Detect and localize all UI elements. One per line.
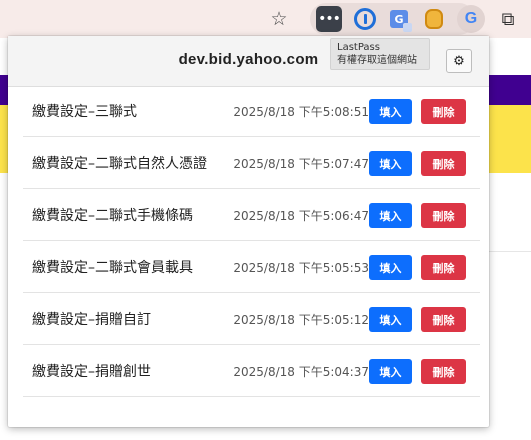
gear-icon: ⚙ <box>453 53 465 69</box>
tooltip-title: LastPass <box>337 42 380 53</box>
entry-timestamp: 2025/8/18 下午5:05:12 <box>233 313 369 327</box>
bookmark-star-icon[interactable]: ☆ <box>266 6 292 32</box>
browser-toolbar: ☆ ••• G G ⧉ <box>0 0 531 38</box>
entry-row[interactable]: 繳費設定–二聯式手機條碼 2025/8/18 下午5:06:47 填入 刪除 <box>23 189 480 241</box>
entry-row[interactable]: 繳費設定–二聯式自然人憑證 2025/8/18 下午5:07:47 填入 刪除 <box>23 137 480 189</box>
delete-button[interactable]: 刪除 <box>421 255 466 280</box>
entry-timestamp: 2025/8/18 下午5:08:51 <box>233 105 369 119</box>
entry-timestamp: 2025/8/18 下午5:06:47 <box>233 209 369 223</box>
1password-icon[interactable] <box>352 6 378 32</box>
fill-button[interactable]: 填入 <box>369 203 412 228</box>
entry-row[interactable]: 繳費設定–捐贈創世 2025/8/18 下午5:04:37 填入 刪除 <box>23 345 480 397</box>
lastpass-popup: dev.bid.yahoo.com ⚙ 繳費設定–三聯式 2025/8/18 下午… <box>8 36 489 427</box>
tooltip-subtitle: 有權存取這個網站 <box>337 55 417 66</box>
page-banner-right <box>489 105 531 173</box>
delete-button[interactable]: 刪除 <box>421 359 466 384</box>
honey-icon[interactable] <box>421 6 447 32</box>
entry-row[interactable]: 繳費設定–三聯式 2025/8/18 下午5:08:51 填入 刪除 <box>23 85 480 137</box>
google-icon[interactable]: G <box>457 5 485 33</box>
page-divider <box>489 251 531 252</box>
entry-name: 繳費設定–二聯式自然人憑證 <box>32 156 207 172</box>
fill-button[interactable]: 填入 <box>369 99 412 124</box>
lastpass-tooltip: LastPass 有權存取這個網站 <box>330 38 430 70</box>
delete-button[interactable]: 刪除 <box>421 307 466 332</box>
delete-button[interactable]: 刪除 <box>421 99 466 124</box>
entry-name: 繳費設定–捐贈自訂 <box>32 312 151 328</box>
fill-button[interactable]: 填入 <box>369 151 412 176</box>
entry-row[interactable]: 繳費設定–捐贈自訂 2025/8/18 下午5:05:12 填入 刪除 <box>23 293 480 345</box>
page-header-strip-right <box>489 75 531 105</box>
fill-button[interactable]: 填入 <box>369 359 412 384</box>
entry-row[interactable]: 繳費設定–二聯式會員載具 2025/8/18 下午5:05:53 填入 刪除 <box>23 241 480 293</box>
extensions-puzzle-icon[interactable]: ⧉ <box>495 6 521 32</box>
saved-entries-list: 繳費設定–三聯式 2025/8/18 下午5:08:51 填入 刪除 繳費設定–二聯式自… <box>23 85 480 397</box>
fill-button[interactable]: 填入 <box>369 307 412 332</box>
entry-name: 繳費設定–二聯式手機條碼 <box>32 208 193 224</box>
delete-button[interactable]: 刪除 <box>421 151 466 176</box>
entry-name: 繳費設定–二聯式會員載具 <box>32 260 193 276</box>
page-banner <box>0 105 8 173</box>
entry-name: 繳費設定–三聯式 <box>32 104 137 120</box>
page-header-strip <box>0 75 8 105</box>
google-translate-icon[interactable]: G <box>386 6 412 32</box>
entry-timestamp: 2025/8/18 下午5:05:53 <box>233 261 369 275</box>
settings-gear-button[interactable]: ⚙ <box>446 49 472 73</box>
entry-timestamp: 2025/8/18 下午5:04:37 <box>233 365 369 379</box>
delete-button[interactable]: 刪除 <box>421 203 466 228</box>
lastpass-icon[interactable]: ••• <box>316 6 342 32</box>
fill-button[interactable]: 填入 <box>369 255 412 280</box>
entry-timestamp: 2025/8/18 下午5:07:47 <box>233 157 369 171</box>
entry-name: 繳費設定–捐贈創世 <box>32 364 151 380</box>
